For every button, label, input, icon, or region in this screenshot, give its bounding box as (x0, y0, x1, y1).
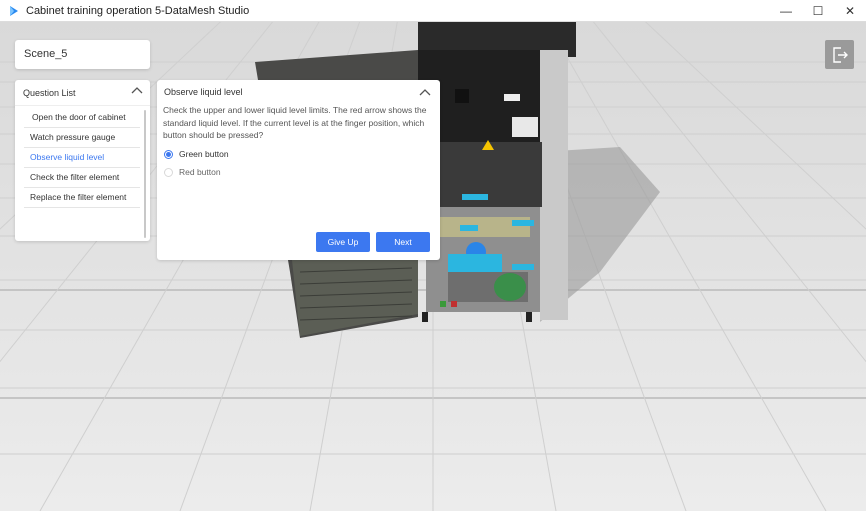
radio-unselected-icon[interactable] (164, 167, 173, 177)
question-list-title: Question List (23, 87, 76, 98)
exit-icon (832, 46, 848, 63)
question-list-panel: Question List Open the door of cabinet W… (15, 80, 150, 241)
question-title: Observe liquid level (164, 87, 243, 97)
window-title: Cabinet training operation 5-DataMesh St… (26, 4, 250, 17)
exit-button[interactable] (825, 40, 854, 69)
next-button[interactable]: Next (376, 232, 430, 252)
scene-name: Scene_5 (15, 40, 150, 69)
chevron-up-icon[interactable] (419, 88, 431, 96)
question-list-header: Question List (15, 80, 150, 106)
chevron-up-icon[interactable] (131, 86, 143, 94)
question-list-scrollbar[interactable] (144, 110, 146, 238)
question-item-pressure-gauge[interactable]: Watch pressure gauge (24, 128, 140, 148)
question-item-check-filter[interactable]: Check the filter element (24, 168, 140, 188)
question-item-liquid-level[interactable]: Observe liquid level (24, 148, 140, 168)
close-icon: ✕ (844, 4, 856, 18)
app-logo-icon (10, 5, 18, 16)
option-green-button[interactable]: Green button (164, 149, 229, 159)
question-panel: Observe liquid level Check the upper and… (157, 80, 440, 260)
option-label: Green button (179, 149, 229, 159)
question-item-replace-filter[interactable]: Replace the filter element (24, 188, 140, 208)
window-title-bar: Cabinet training operation 5-DataMesh St… (0, 0, 866, 22)
option-red-button[interactable]: Red button (164, 167, 221, 177)
radio-selected-icon[interactable] (164, 149, 173, 159)
close-button[interactable]: ✕ (834, 0, 866, 22)
question-text: Check the upper and lower liquid level l… (163, 105, 427, 140)
give-up-button[interactable]: Give Up (316, 232, 370, 252)
maximize-button[interactable]: ☐ (802, 0, 834, 22)
maximize-icon: ☐ (812, 4, 824, 18)
minimize-icon: — (780, 4, 792, 18)
option-label: Red button (179, 167, 221, 177)
minimize-button[interactable]: — (770, 0, 802, 22)
question-item-open-door[interactable]: Open the door of cabinet (24, 108, 140, 128)
